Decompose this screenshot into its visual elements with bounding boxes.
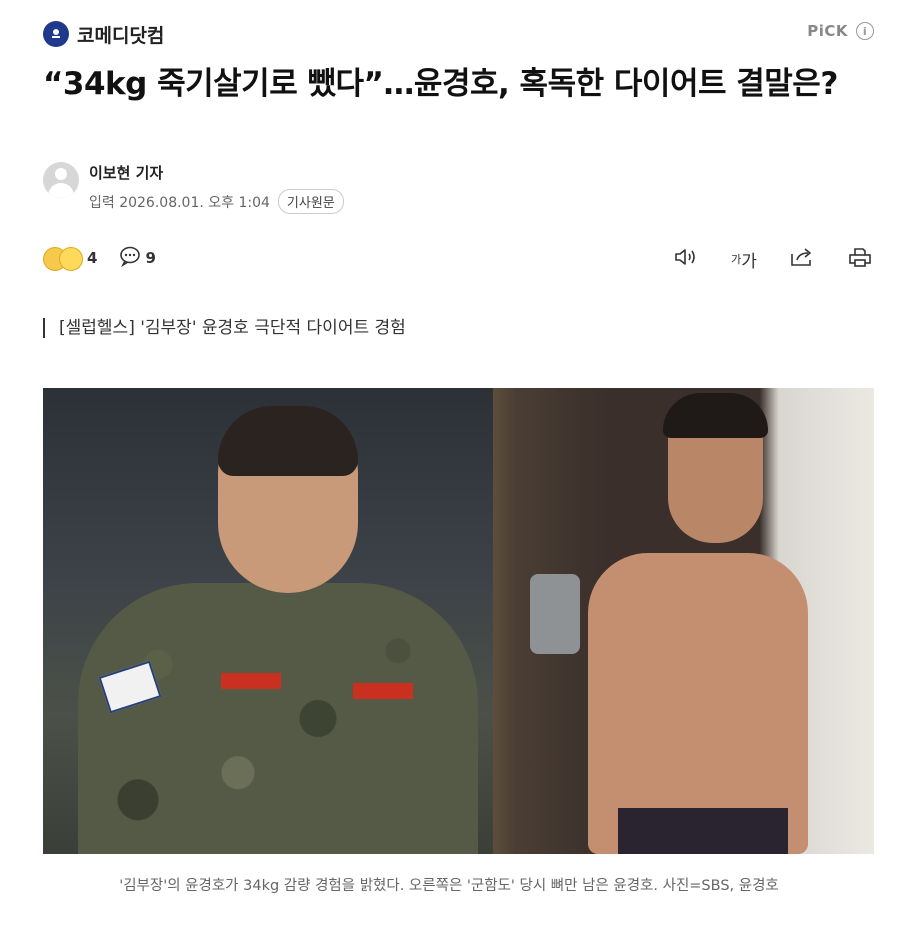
font-size-small-label: 가 xyxy=(731,253,742,266)
photo-caption: '김부장'의 윤경호가 34kg 감량 경험을 밝혔다. 오른쪽은 '군함도' … xyxy=(119,878,779,894)
article-tools: 가가 xyxy=(672,245,874,273)
comment-icon xyxy=(119,245,141,271)
engagement-bar: 4 9 xyxy=(43,245,156,271)
publish-date: 입력 2026.08.01. 오후 1:04 xyxy=(89,194,270,211)
uniform-tag-right xyxy=(353,683,413,699)
font-size-large-label: 가 xyxy=(741,251,757,272)
reaction-emoji-icon xyxy=(43,245,83,271)
reporter-name[interactable]: 이보현 기자 xyxy=(89,162,344,183)
press-logo-icon[interactable] xyxy=(43,21,69,47)
print-icon xyxy=(848,246,872,272)
audio-button[interactable] xyxy=(672,245,700,273)
pick-label: PiCK xyxy=(807,22,848,40)
camouflage-uniform xyxy=(78,583,478,854)
reporter-avatar[interactable] xyxy=(43,162,79,198)
article-subhead: [셀럽헬스] '김부장' 윤경호 극단적 다이어트 경험 xyxy=(43,318,406,338)
font-size-button[interactable]: 가가 xyxy=(730,245,758,273)
info-icon[interactable]: i xyxy=(856,22,874,40)
article-photo[interactable] xyxy=(43,388,874,854)
smartphone xyxy=(530,574,580,654)
comment-button[interactable]: 9 xyxy=(119,245,156,271)
article-title: “34kg 죽기살기로 뺐다”…윤경호, 혹독한 다이어트 결말은? xyxy=(43,66,838,102)
press-header[interactable]: 코메디닷컴 xyxy=(43,20,164,48)
share-icon xyxy=(789,246,815,272)
uniform-tag-left xyxy=(221,673,281,689)
actor-hair-after xyxy=(663,393,768,438)
share-button[interactable] xyxy=(788,245,816,273)
print-button[interactable] xyxy=(846,245,874,273)
actor-shorts xyxy=(618,808,788,854)
press-name[interactable]: 코메디닷컴 xyxy=(77,21,164,48)
reaction-button[interactable]: 4 xyxy=(43,245,97,271)
byline: 이보현 기자 입력 2026.08.01. 오후 1:04 기사원문 xyxy=(43,162,344,214)
original-article-button[interactable]: 기사원문 xyxy=(277,189,344,214)
actor-hair-before xyxy=(218,406,358,476)
speaker-icon xyxy=(673,246,699,272)
comment-count: 9 xyxy=(145,249,156,267)
reaction-count: 4 xyxy=(87,249,98,267)
pick-badge[interactable]: PiCK i xyxy=(807,22,874,40)
